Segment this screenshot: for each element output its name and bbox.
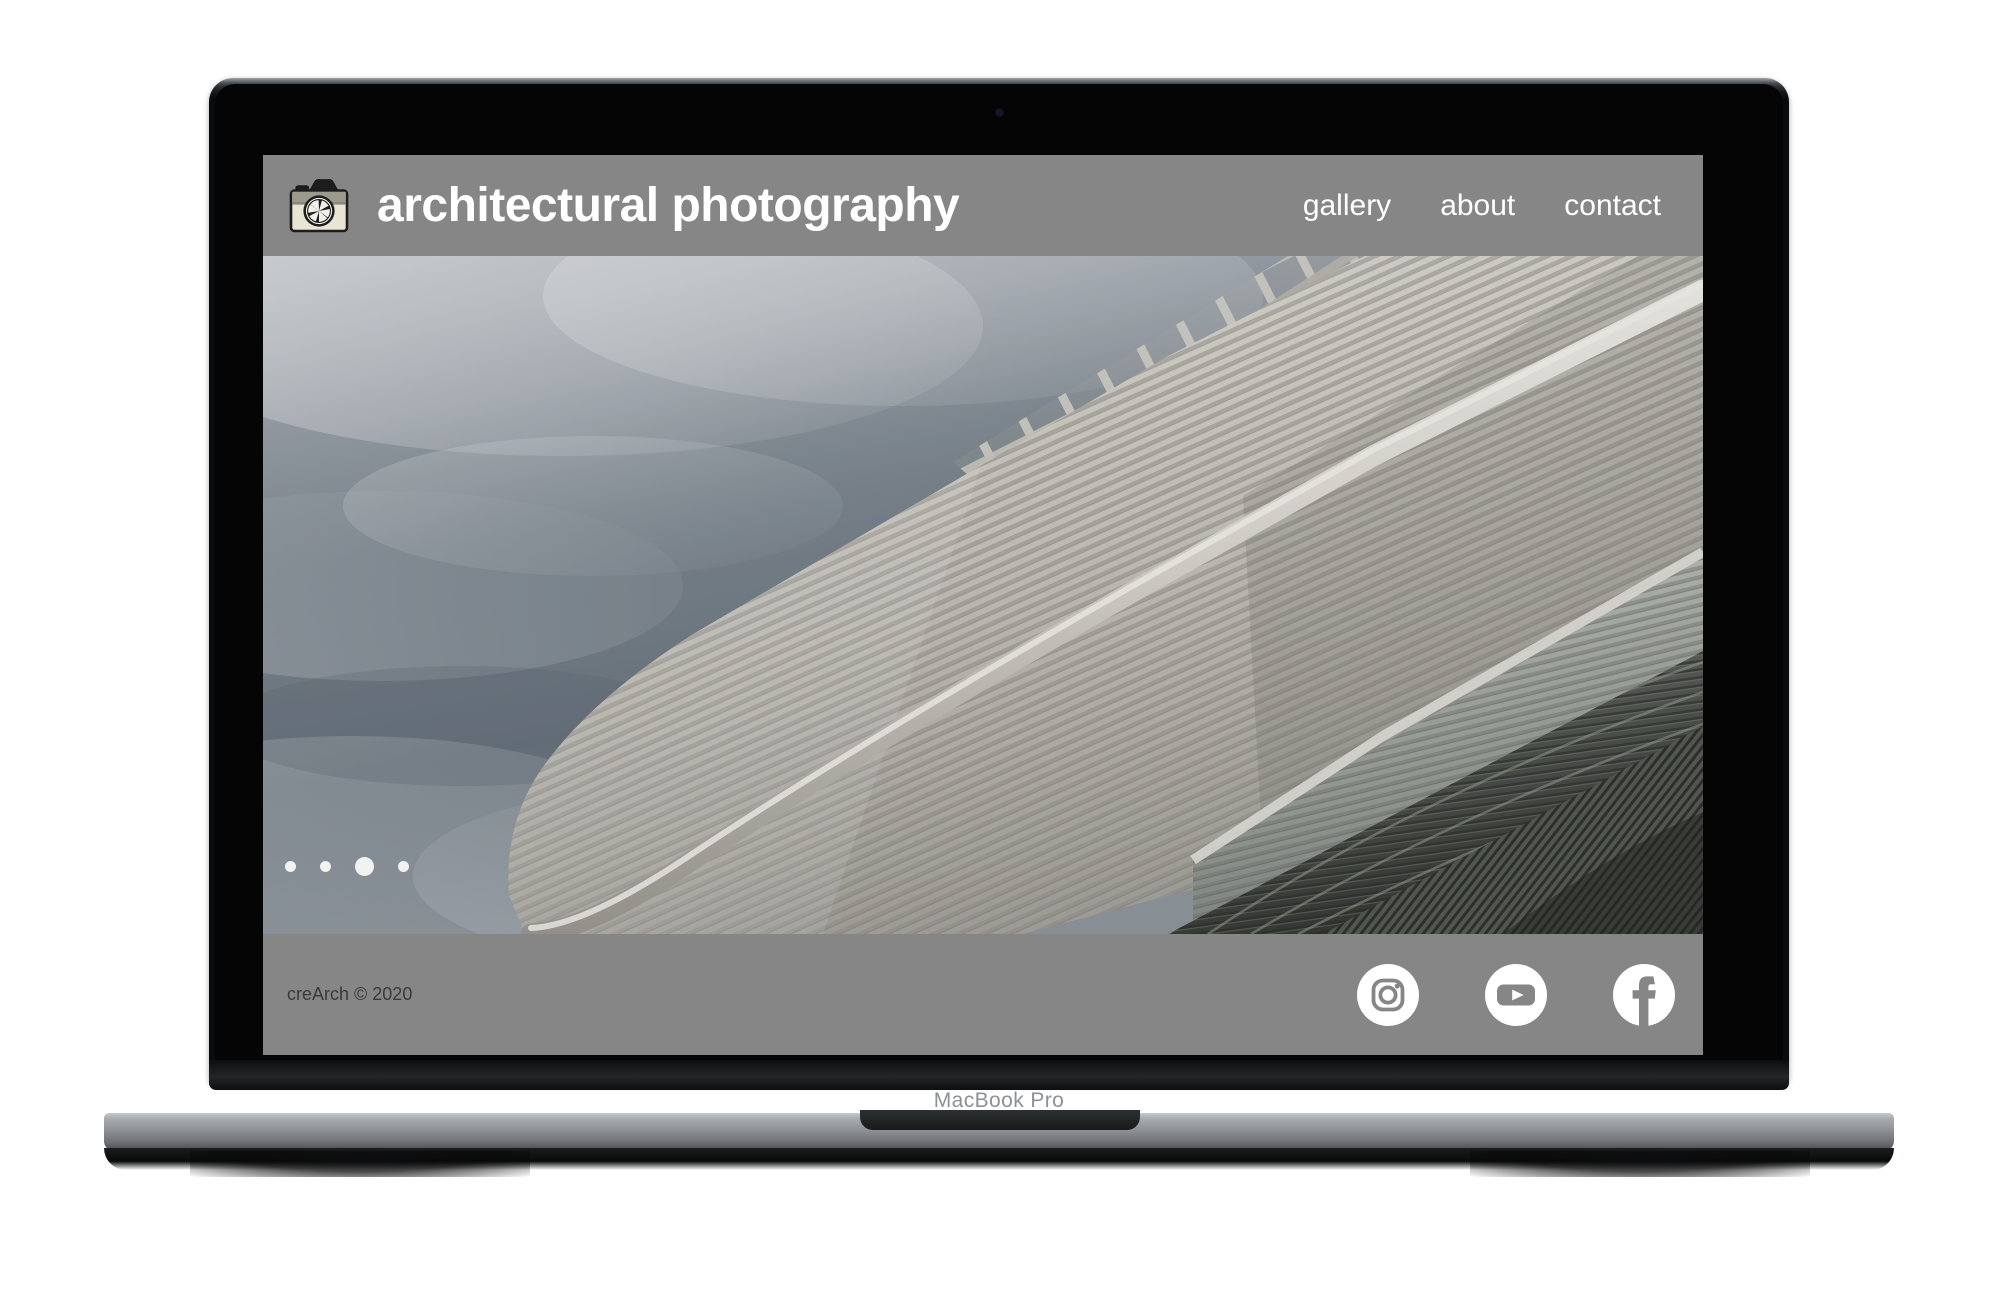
nav-link-gallery[interactable]: gallery: [1303, 189, 1391, 223]
carousel-dot-1[interactable]: [285, 861, 296, 872]
brand-block[interactable]: architectural photography: [285, 178, 960, 234]
carousel-dots: [285, 857, 409, 876]
laptop-trackpad-notch: [860, 1110, 1140, 1130]
hero-image: [263, 256, 1703, 934]
facebook-icon[interactable]: [1613, 963, 1675, 1026]
browser-viewport: architectural photography gallery about …: [263, 155, 1703, 1055]
laptop-foot-left: [190, 1151, 530, 1177]
page-title: architectural photography: [377, 179, 960, 232]
nav-link-about[interactable]: about: [1440, 189, 1515, 223]
instagram-icon[interactable]: [1357, 963, 1419, 1026]
hero-carousel: [263, 256, 1703, 934]
carousel-dot-3[interactable]: [355, 857, 374, 876]
nav-link-contact[interactable]: contact: [1564, 189, 1661, 223]
site-footer: creArch © 2020: [263, 934, 1703, 1055]
carousel-dot-2[interactable]: [320, 861, 331, 872]
laptop-mockup: architectural photography gallery about …: [0, 0, 2000, 1300]
laptop-hinge: [209, 1060, 1789, 1090]
site-header: architectural photography gallery about …: [263, 155, 1703, 256]
social-links: [1357, 963, 1703, 1026]
youtube-icon[interactable]: [1485, 963, 1547, 1026]
laptop-foot-right: [1470, 1151, 1810, 1177]
carousel-dot-4[interactable]: [398, 861, 409, 872]
webcam-icon: [996, 109, 1003, 116]
copyright-text: creArch © 2020: [287, 984, 413, 1004]
camera-icon: [289, 178, 349, 232]
main-nav: gallery about contact: [1254, 189, 1703, 223]
